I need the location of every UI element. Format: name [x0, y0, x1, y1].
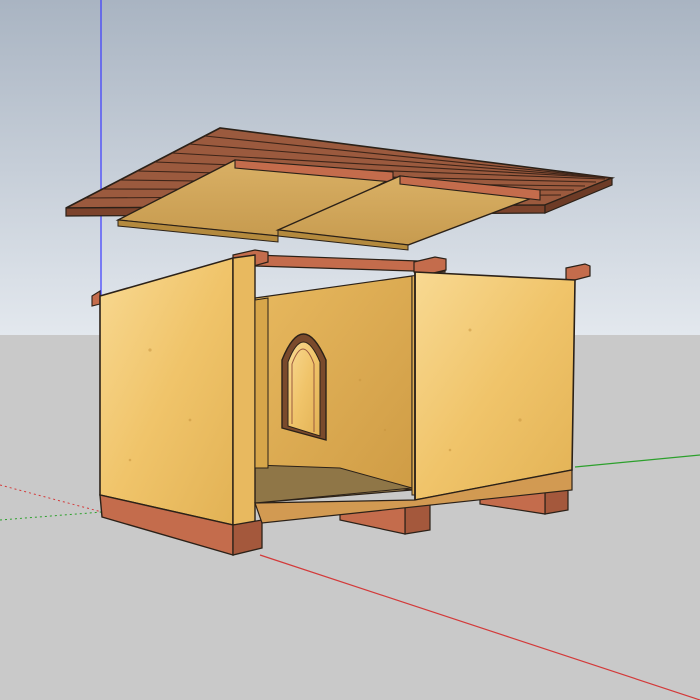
modeling-viewport[interactable] [0, 0, 700, 700]
left-wall[interactable] [99, 254, 269, 527]
scene-canvas[interactable] [0, 0, 700, 700]
back-wall[interactable] [254, 275, 413, 491]
right-wall[interactable] [414, 271, 576, 501]
